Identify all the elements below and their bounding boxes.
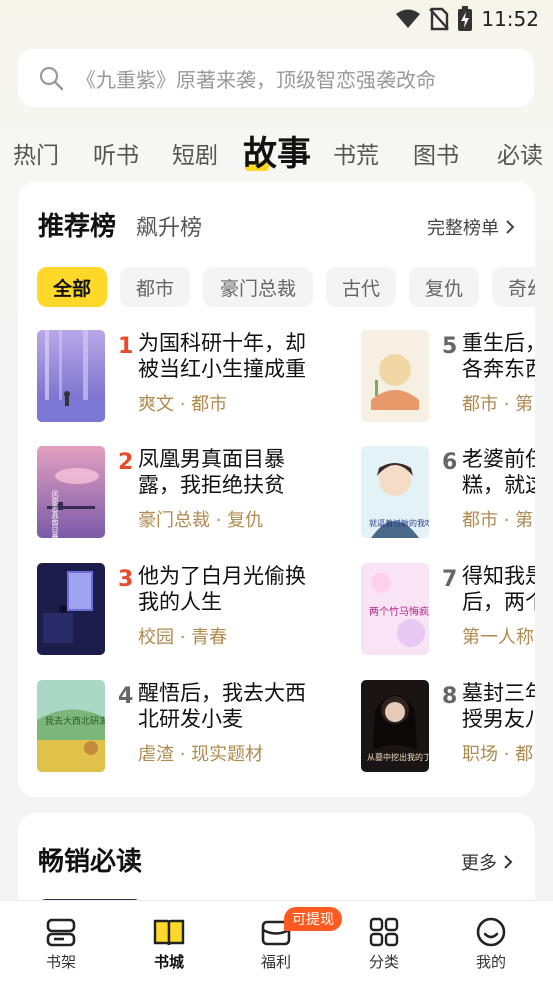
book-tags: 虐渣 · 现实题材 — [138, 744, 264, 765]
book-title: 凤凰男真面目暴 露，我拒绝扶贫 — [138, 447, 285, 497]
smile-face-icon — [476, 917, 506, 947]
tab-audiobook[interactable]: 听书 — [93, 136, 139, 170]
search-placeholder: 《九重紫》原著来袭，顶级智恋强袭改命 — [76, 67, 436, 92]
tab-hot[interactable]: 热门 — [13, 136, 59, 170]
svg-text:从墓中挖出我的丁尸: 从墓中挖出我的丁尸 — [367, 752, 429, 762]
more-link[interactable]: 更多 — [461, 849, 513, 875]
book-cover — [37, 330, 105, 422]
book-item[interactable]: 就逼着过敏的我吃蛋糕 6 老婆前任 糕，就这 都市 · 第 — [361, 446, 535, 542]
book-cover: 凤凰男真面目暴露 — [37, 446, 105, 538]
filter-urban[interactable]: 都市 — [120, 267, 190, 307]
filter-rich-ceo[interactable]: 豪门总裁 — [203, 267, 313, 307]
filter-fantasy[interactable]: 奇幻 — [492, 267, 535, 307]
book-title: 老婆前任 糕，就这 — [462, 447, 535, 497]
book-tags: 爽文 · 都市 — [138, 394, 228, 415]
filter-all[interactable]: 全部 — [37, 267, 107, 307]
book-cover: 我去大西北研发小麦 — [37, 680, 105, 772]
ranking-header: 推荐榜 飙升榜 — [38, 206, 202, 243]
tab-books[interactable]: 图书 — [413, 136, 459, 170]
nav-label: 书城 — [153, 953, 184, 971]
status-icons: 11:52 — [395, 6, 539, 32]
book-item[interactable]: 两个竹马悔疯了 7 得知我是 后，两个 第一人称 — [361, 563, 535, 659]
rank-number: 1 — [118, 334, 134, 359]
full-list-label: 完整榜单 — [427, 218, 499, 239]
filter-ancient[interactable]: 古代 — [326, 267, 396, 307]
nav-label: 我的 — [475, 953, 506, 971]
book-cover — [361, 330, 429, 422]
status-bar: 11:52 — [0, 0, 553, 40]
bookshelf-icon — [46, 918, 76, 947]
nav-welfare[interactable]: 福利 可提现 — [236, 901, 342, 983]
bottom-nav: 书架 书城 福利 可提现 分类 我的 — [0, 900, 553, 983]
filter-chips: 全部 都市 豪门总裁 古代 复仇 奇幻 — [37, 267, 535, 307]
book-item[interactable]: 1 为国科研十年，却 被当红小生撞成重 爽文 · 都市 — [37, 330, 337, 426]
no-sim-icon — [429, 7, 450, 31]
nav-bookshelf[interactable]: 书架 — [21, 901, 101, 983]
grid-icon — [369, 917, 399, 947]
book-title: 他为了白月光偷换 我的人生 — [138, 564, 306, 614]
ranking-card: 推荐榜 飙升榜 完整榜单 全部 都市 豪门总裁 古代 复仇 奇幻 1 — [18, 182, 535, 797]
tab-must-read[interactable]: 必读 — [497, 136, 543, 170]
withdraw-badge: 可提现 — [284, 907, 342, 931]
book-tags: 都市 · 第 — [462, 510, 534, 531]
book-item[interactable]: 凤凰男真面目暴露 2 凤凰男真面目暴 露，我拒绝扶贫 豪门总裁 · 复仇 — [37, 446, 337, 542]
nav-label: 分类 — [368, 953, 399, 971]
book-title: 醒悟后，我去大西 北研发小麦 — [138, 681, 306, 731]
tab-story[interactable]: 故事 — [243, 126, 311, 175]
battery-charging-icon — [458, 6, 473, 31]
tab-short-drama[interactable]: 短剧 — [172, 136, 218, 170]
book-item[interactable]: 5 重生后， 各奔东西 都市 · 第 — [361, 330, 535, 426]
status-time: 11:52 — [481, 7, 539, 31]
nav-categories[interactable]: 分类 — [344, 901, 424, 983]
ranking-tab-recommended[interactable]: 推荐榜 — [38, 206, 116, 243]
rank-number: 4 — [118, 684, 134, 709]
book-cover — [37, 563, 105, 655]
book-title: 重生后， 各奔东西 — [462, 331, 535, 381]
book-tags: 职场 · 都 — [462, 744, 534, 765]
filter-revenge[interactable]: 复仇 — [409, 267, 479, 307]
book-cover: 两个竹马悔疯了 — [361, 563, 429, 655]
wifi-icon — [396, 9, 421, 28]
full-list-link[interactable]: 完整榜单 — [427, 214, 515, 240]
rank-number: 3 — [118, 567, 134, 592]
rank-number: 7 — [442, 567, 458, 592]
book-open-icon — [153, 919, 185, 946]
rank-number: 2 — [118, 450, 134, 475]
ranking-tab-rising[interactable]: 飙升榜 — [136, 210, 202, 242]
nav-profile[interactable]: 我的 — [451, 901, 531, 983]
book-title: 得知我是 后，两个 — [462, 564, 535, 614]
nav-label: 书架 — [45, 953, 76, 971]
book-item[interactable]: 从墓中挖出我的丁尸 8 墓封三年 授男友八 职场 · 都 — [361, 680, 535, 776]
rank-number: 5 — [442, 334, 458, 359]
rank-number: 8 — [442, 684, 458, 709]
bestseller-title: 畅销必读 — [38, 847, 143, 877]
book-item[interactable]: 3 他为了白月光偷换 我的人生 校园 · 青春 — [37, 563, 337, 659]
book-cover: 就逼着过敏的我吃蛋糕 — [361, 446, 429, 538]
book-tags: 豪门总裁 · 复仇 — [138, 510, 264, 531]
book-tags: 都市 · 第 — [462, 394, 534, 415]
more-label: 更多 — [461, 853, 497, 874]
book-tags: 校园 · 青春 — [138, 627, 228, 648]
tab-book-shortage[interactable]: 书荒 — [333, 136, 379, 170]
svg-text:两个竹马悔疯了: 两个竹马悔疯了 — [369, 605, 429, 618]
nav-bookstore[interactable]: 书城 — [129, 901, 209, 983]
chevron-right-icon — [504, 855, 513, 869]
search-icon — [39, 66, 64, 91]
chevron-right-icon — [506, 220, 515, 234]
svg-text:我去大西北研发小麦: 我去大西北研发小麦 — [45, 715, 105, 727]
svg-text:凤凰男真面目暴露: 凤凰男真面目暴露 — [51, 490, 59, 538]
book-title: 为国科研十年，却 被当红小生撞成重 — [138, 331, 306, 381]
search-bar[interactable]: 《九重紫》原著来袭，顶级智恋强袭改命 — [18, 49, 534, 107]
nav-label: 福利 — [260, 953, 291, 971]
book-cover: 从墓中挖出我的丁尸 — [361, 680, 429, 772]
book-item[interactable]: 我去大西北研发小麦 4 醒悟后，我去大西 北研发小麦 虐渣 · 现实题材 — [37, 680, 337, 776]
book-title: 墓封三年 授男友八 — [462, 681, 535, 731]
rank-number: 6 — [442, 450, 458, 475]
svg-text:就逼着过敏的我吃蛋糕: 就逼着过敏的我吃蛋糕 — [369, 518, 429, 528]
category-tabs: 热门 听书 短剧 故事 书荒 图书 必读 — [0, 124, 553, 180]
book-tags: 第一人称 — [462, 627, 534, 648]
